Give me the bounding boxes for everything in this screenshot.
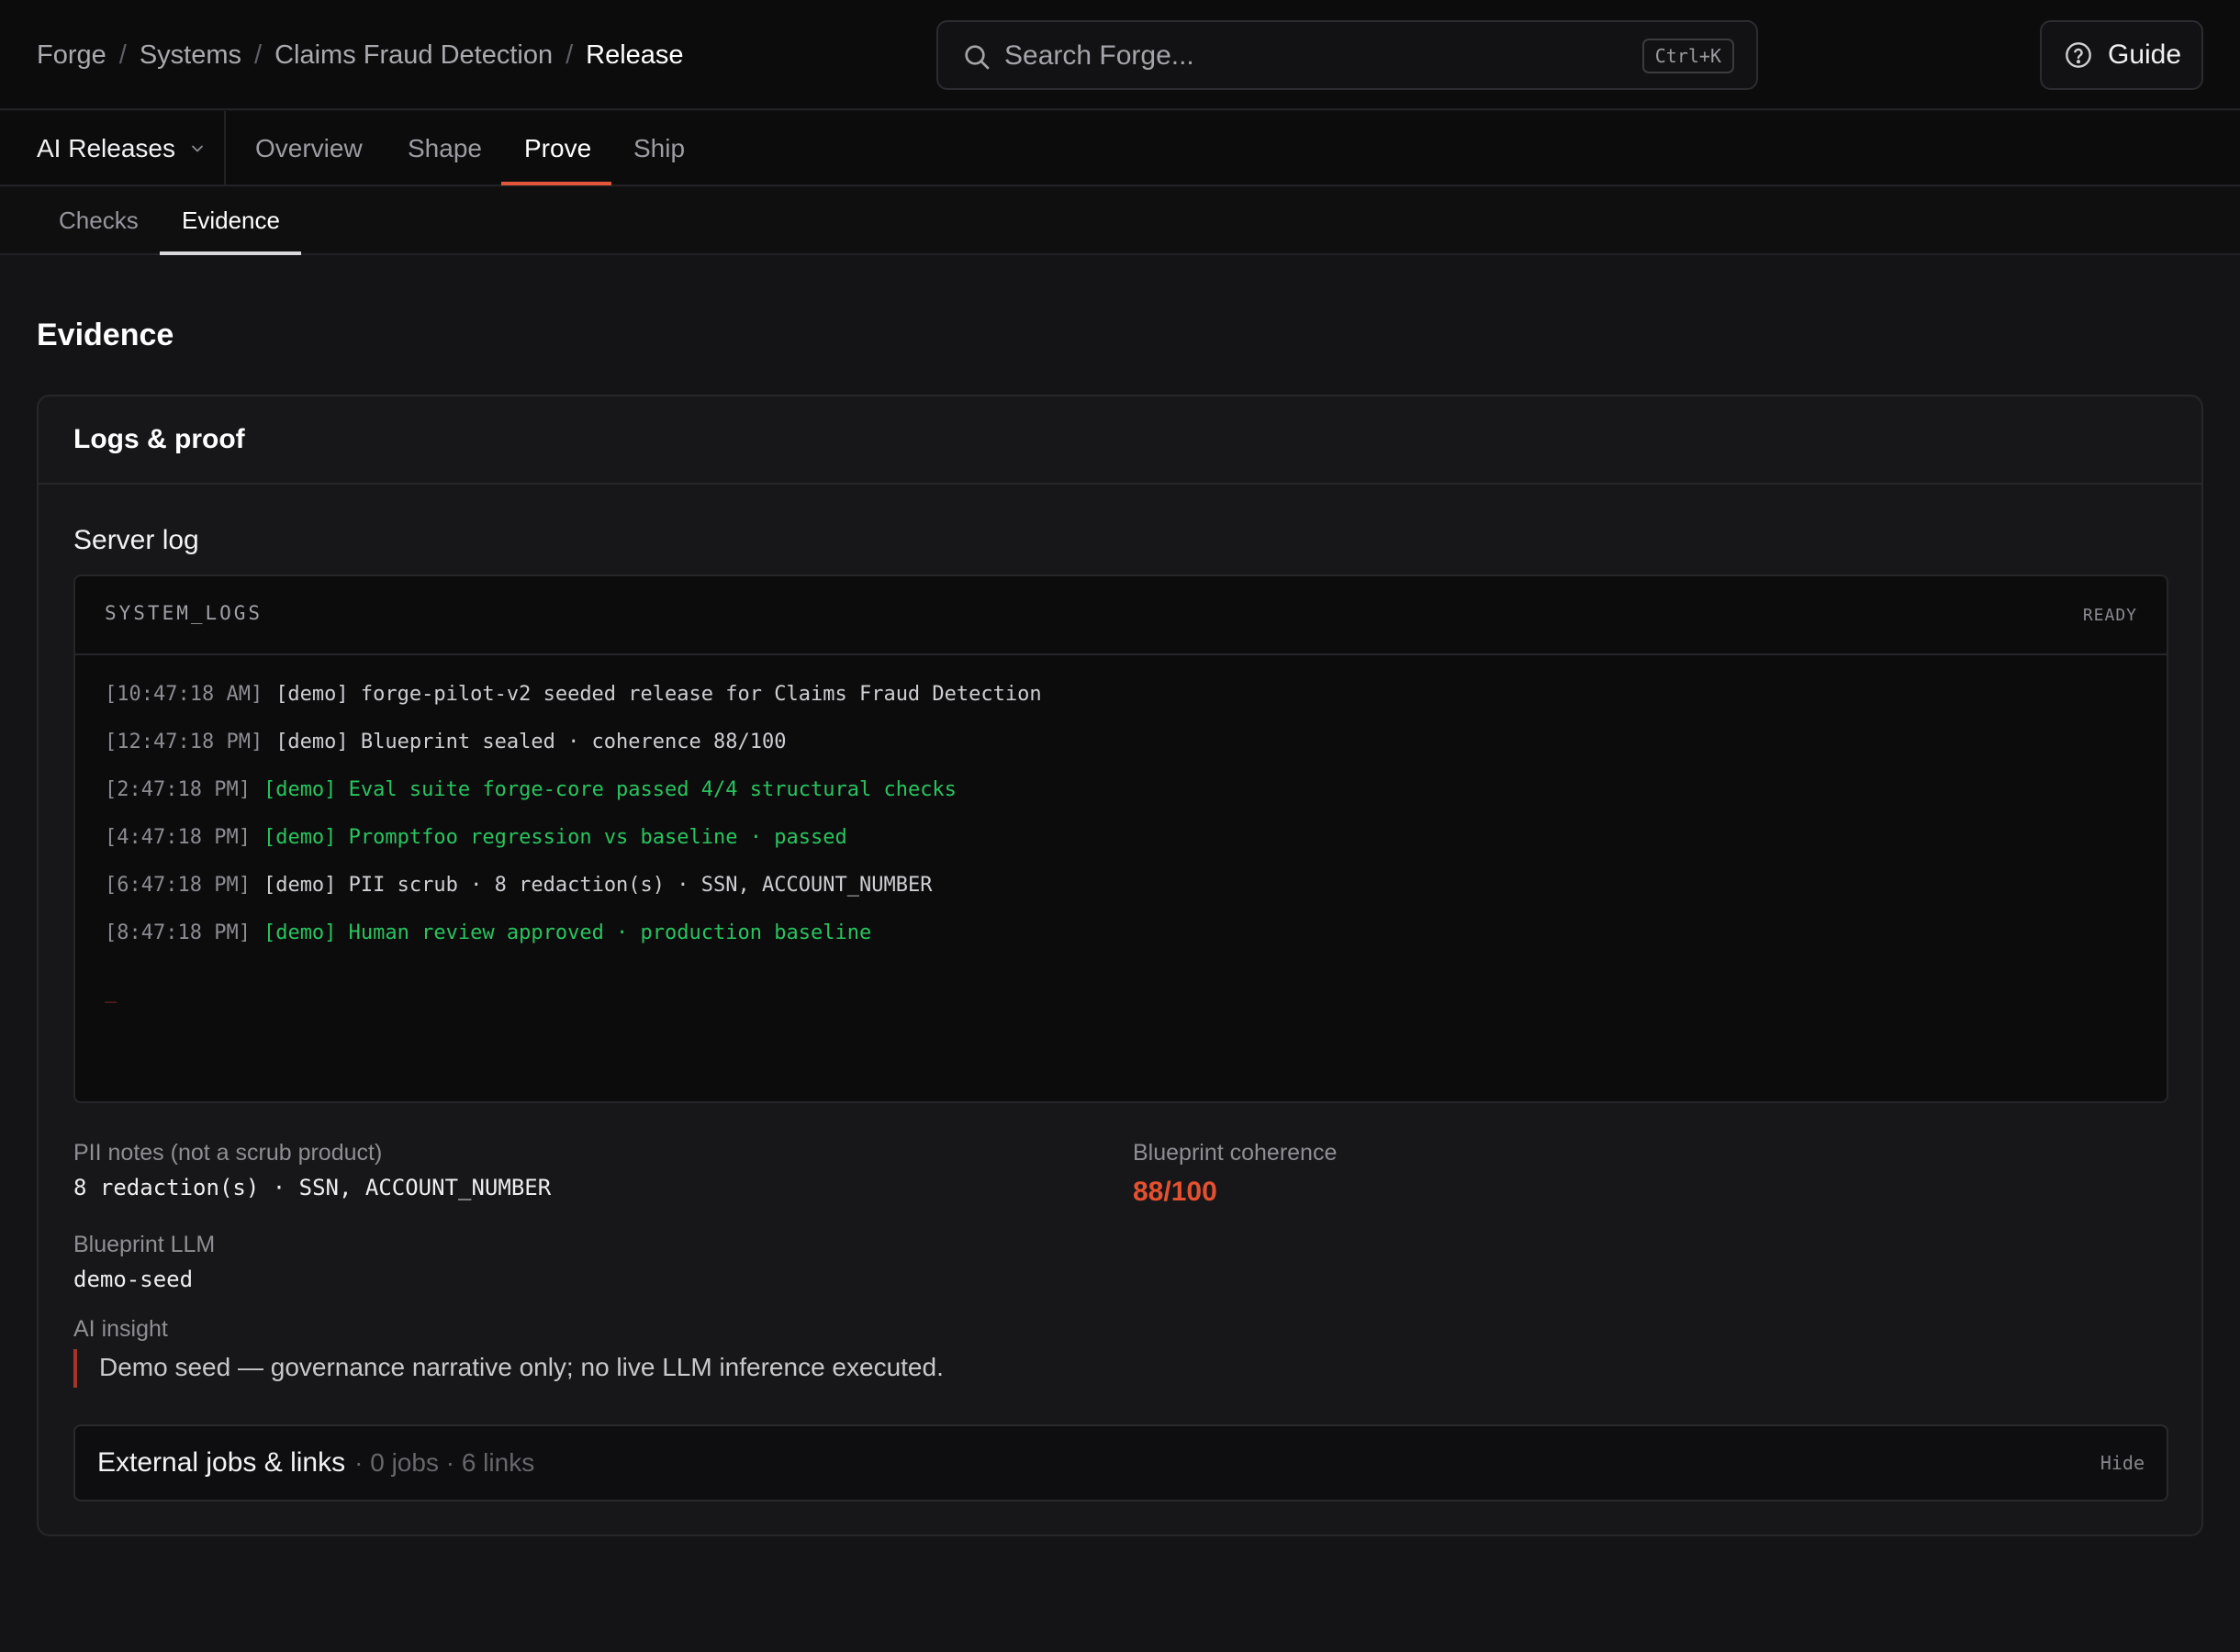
guide-label: Guide	[2108, 39, 2182, 70]
log-timestamp: [8:47:18 PM]	[105, 921, 251, 944]
log-timestamp: [10:47:18 AM]	[105, 683, 263, 706]
external-jobs-meta: · 0 jobs · 6 links	[354, 1448, 535, 1477]
breadcrumb-forge[interactable]: Forge	[37, 40, 106, 71]
blueprint-llm-value: demo-seed	[73, 1267, 194, 1292]
breadcrumb-current: Release	[586, 39, 684, 70]
ai-insight-text: Demo seed — governance narrative only; n…	[99, 1353, 944, 1381]
log-line: [12:47:18 PM] [demo] Blueprint sealed · …	[105, 731, 1042, 778]
breadcrumb-systems[interactable]: Systems	[140, 40, 241, 71]
breadcrumb-separator: /	[254, 39, 263, 70]
log-line: [2:47:18 PM] [demo] Eval suite forge-cor…	[105, 778, 1042, 826]
pii-notes-value: 8 redaction(s) · SSN, ACCOUNT_NUMBER	[73, 1175, 552, 1200]
coherence-label: Blueprint coherence	[1133, 1140, 1338, 1166]
help-circle-icon	[2066, 42, 2091, 68]
tab-ship[interactable]: Ship	[633, 111, 685, 186]
breadcrumb-separator: /	[566, 39, 574, 70]
log-cursor: _	[105, 980, 118, 1003]
log-timestamp: [6:47:18 PM]	[105, 874, 251, 897]
log-status: READY	[2082, 606, 2137, 625]
tab-prove[interactable]: Prove	[524, 111, 591, 186]
breadcrumb-claims-fraud-detection[interactable]: Claims Fraud Detection	[274, 40, 553, 71]
log-label: SYSTEM_LOGS	[105, 602, 263, 624]
tab-evidence[interactable]: Evidence	[182, 187, 280, 253]
log-message: [demo] Blueprint sealed · coherence 88/1…	[275, 731, 787, 753]
log-header: SYSTEM_LOGS READY	[75, 576, 2167, 655]
pii-notes-label: PII notes (not a scrub product)	[73, 1140, 383, 1166]
server-log-title: Server log	[73, 525, 199, 555]
search-placeholder: Search Forge...	[1004, 40, 1194, 71]
card-title: Logs & proof	[39, 396, 2201, 485]
log-line: [4:47:18 PM] [demo] Promptfoo regression…	[105, 826, 1042, 874]
blueprint-llm-label: Blueprint LLM	[73, 1232, 216, 1257]
page-title: Evidence	[37, 318, 174, 352]
search-shortcut: Ctrl+K	[1641, 39, 1734, 73]
search-input[interactable]: Search Forge... Ctrl+K	[936, 20, 1758, 90]
guide-button[interactable]: Guide	[2040, 20, 2203, 90]
breadcrumb: Forge / Systems / Claims Fraud Detection…	[37, 37, 684, 73]
product-label: AI Releases	[37, 134, 175, 162]
log-line: [6:47:18 PM] [demo] PII scrub · 8 redact…	[105, 874, 1042, 921]
log-message: [demo] Human review approved · productio…	[263, 921, 872, 944]
log-timestamp: [12:47:18 PM]	[105, 731, 263, 753]
search-icon	[965, 45, 990, 70]
tab-overview[interactable]: Overview	[255, 111, 363, 186]
insight-accent-bar	[73, 1349, 77, 1388]
top-bar: Forge / Systems / Claims Fraud Detection…	[0, 0, 2240, 110]
external-jobs-title: External jobs & links	[97, 1447, 346, 1478]
log-message: [demo] PII scrub · 8 redaction(s) · SSN,…	[263, 874, 933, 897]
log-timestamp: [4:47:18 PM]	[105, 826, 251, 849]
logs-proof-card: Logs & proof Server log SYSTEM_LOGS READ…	[37, 395, 2203, 1536]
hide-toggle[interactable]: Hide	[2100, 1452, 2145, 1474]
primary-nav: AI Releases Overview Shape Prove Ship	[0, 111, 2240, 186]
log-timestamp: [2:47:18 PM]	[105, 778, 251, 801]
ai-insight-label: AI insight	[73, 1316, 168, 1342]
log-line: [10:47:18 AM] [demo] forge-pilot-v2 seed…	[105, 683, 1042, 731]
nav-divider	[224, 111, 226, 186]
server-log-console[interactable]: SYSTEM_LOGS READY [10:47:18 AM] [demo] f…	[73, 575, 2168, 1103]
active-tab-indicator	[501, 182, 611, 185]
log-line: [8:47:18 PM] [demo] Human review approve…	[105, 921, 1042, 969]
product-switcher[interactable]: AI Releases	[37, 111, 207, 186]
log-lines: [10:47:18 AM] [demo] forge-pilot-v2 seed…	[105, 683, 1042, 969]
coherence-value: 88/100	[1133, 1177, 1217, 1207]
breadcrumb-separator: /	[118, 39, 127, 70]
chevron-down-icon	[192, 145, 203, 152]
secondary-nav: Checks Evidence	[0, 187, 2240, 255]
external-jobs-panel[interactable]: External jobs & links · 0 jobs · 6 links…	[73, 1424, 2168, 1501]
active-subtab-indicator	[160, 251, 301, 255]
log-message: [demo] Promptfoo regression vs baseline …	[263, 826, 847, 849]
log-message: [demo] Eval suite forge-core passed 4/4 …	[263, 778, 957, 801]
log-message: [demo] forge-pilot-v2 seeded release for…	[275, 683, 1042, 706]
tab-checks[interactable]: Checks	[59, 187, 139, 253]
tab-shape[interactable]: Shape	[408, 111, 482, 186]
